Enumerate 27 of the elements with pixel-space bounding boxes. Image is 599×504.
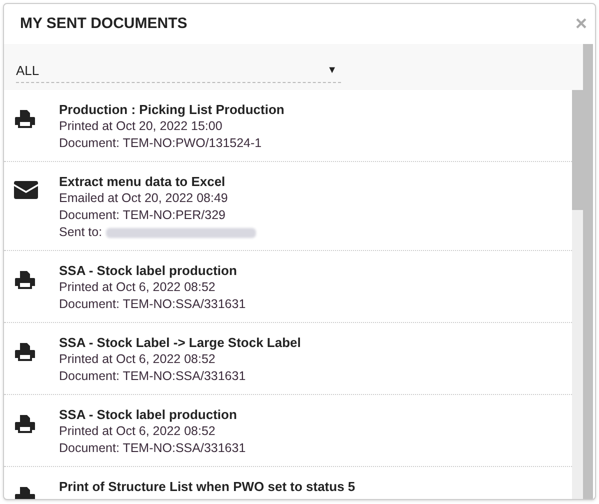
document-detail: Document: TEM-NO:SSA/331631 bbox=[59, 440, 246, 457]
document-detail: Printed at Oct 6, 2022 08:52 bbox=[59, 351, 216, 368]
dialog-title: MY SENT DOCUMENTS bbox=[20, 14, 188, 34]
document-detail: Printed at Oct 6, 2022 08:52 bbox=[59, 423, 216, 440]
document-detail: Document: TEM-NO:SSA/331631 bbox=[59, 368, 247, 385]
scrollbar-thumb[interactable] bbox=[572, 90, 583, 210]
sent-to-label: Sent to: bbox=[59, 224, 102, 241]
outer-scrollbar[interactable] bbox=[583, 44, 593, 499]
document-title: Print of Structure List when PWO set to status 5 bbox=[59, 478, 356, 495]
document-detail: Document: TEM-NO:PWO/131524-1 bbox=[59, 135, 263, 152]
document-title: SSA - Stock label production bbox=[59, 406, 238, 423]
printer-icon bbox=[14, 270, 36, 290]
document-title: Production : Picking List Production bbox=[59, 101, 284, 118]
document-detail: Printed at Oct 20, 2022 15:00 bbox=[59, 118, 224, 135]
document-title: Extract menu data to Excel bbox=[59, 173, 226, 190]
document-detail: Printed at Oct 6, 2022 08:52 bbox=[59, 279, 216, 296]
printer-icon bbox=[14, 342, 36, 362]
envelope-icon bbox=[14, 181, 38, 199]
document-item[interactable]: Extract menu data to Excel Emailed at Oct 20, 2022 08:49 Document: TEM-NO:PER/329 Sent to: bbox=[4, 162, 572, 251]
document-detail: Emailed at Oct 20, 2022 08:49 bbox=[59, 190, 229, 207]
printer-icon bbox=[14, 109, 36, 129]
document-title: SSA - Stock label production bbox=[59, 262, 238, 279]
printer-icon bbox=[14, 414, 36, 434]
document-title: SSA - Stock Label -> Large Stock Label bbox=[59, 334, 301, 351]
document-detail: Document: TEM-NO:PER/329 bbox=[59, 207, 226, 224]
filter-dropdown[interactable]: ALL ▼ bbox=[16, 50, 341, 84]
document-detail: Document: TEM-NO:SSA/331631 bbox=[59, 296, 246, 313]
